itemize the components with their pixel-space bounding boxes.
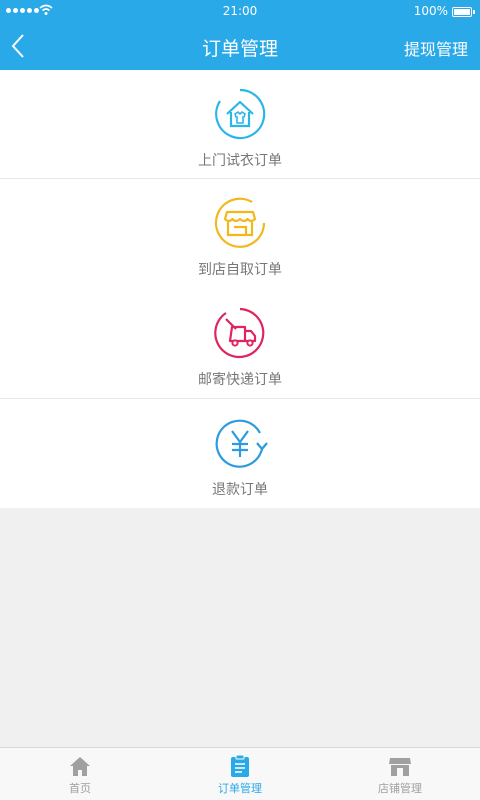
- refund-yen-icon: [215, 419, 268, 468]
- order-item-label: 退款订单: [212, 482, 268, 498]
- tab-label: 首页: [69, 781, 91, 795]
- order-item-label: 上门试衣订单: [198, 153, 282, 169]
- store-icon: [389, 757, 411, 776]
- order-item-label: 邮寄快递订单: [198, 372, 282, 388]
- tab-label: 订单管理: [218, 781, 262, 795]
- tab-home[interactable]: 首页: [0, 748, 160, 800]
- order-item-home-tryon[interactable]: 上门试衣订单: [0, 70, 480, 179]
- delivery-truck-icon: [214, 307, 265, 359]
- home-icon: [70, 756, 90, 776]
- bottom-tab-bar: 首页 订单管理 店铺管理: [0, 747, 480, 800]
- withdraw-management-link[interactable]: 提现管理: [404, 36, 468, 60]
- header-bar: 21:00 100% 订单管理 提现管理: [0, 0, 480, 70]
- tab-store-management[interactable]: 店铺管理: [320, 748, 480, 800]
- battery-icon: [452, 7, 475, 17]
- order-item-label: 到店自取订单: [198, 262, 282, 278]
- order-item-mail-delivery[interactable]: 邮寄快递订单: [0, 289, 480, 399]
- order-item-refund[interactable]: 退款订单: [0, 399, 480, 508]
- status-time: 21:00: [222, 4, 258, 18]
- tab-order-management[interactable]: 订单管理: [160, 748, 320, 800]
- tab-label: 店铺管理: [378, 781, 422, 795]
- store-icon: [214, 197, 266, 248]
- order-item-store-pickup[interactable]: 到店自取订单: [0, 179, 480, 289]
- order-type-list: 上门试衣订单 到店自取订单 邮寄快递订单 退款订单: [0, 70, 480, 508]
- battery-percent: 100%: [413, 4, 448, 18]
- home-shirt-icon: [215, 88, 266, 140]
- clipboard-icon: [231, 754, 249, 777]
- status-bar: 21:00 100%: [0, 0, 480, 24]
